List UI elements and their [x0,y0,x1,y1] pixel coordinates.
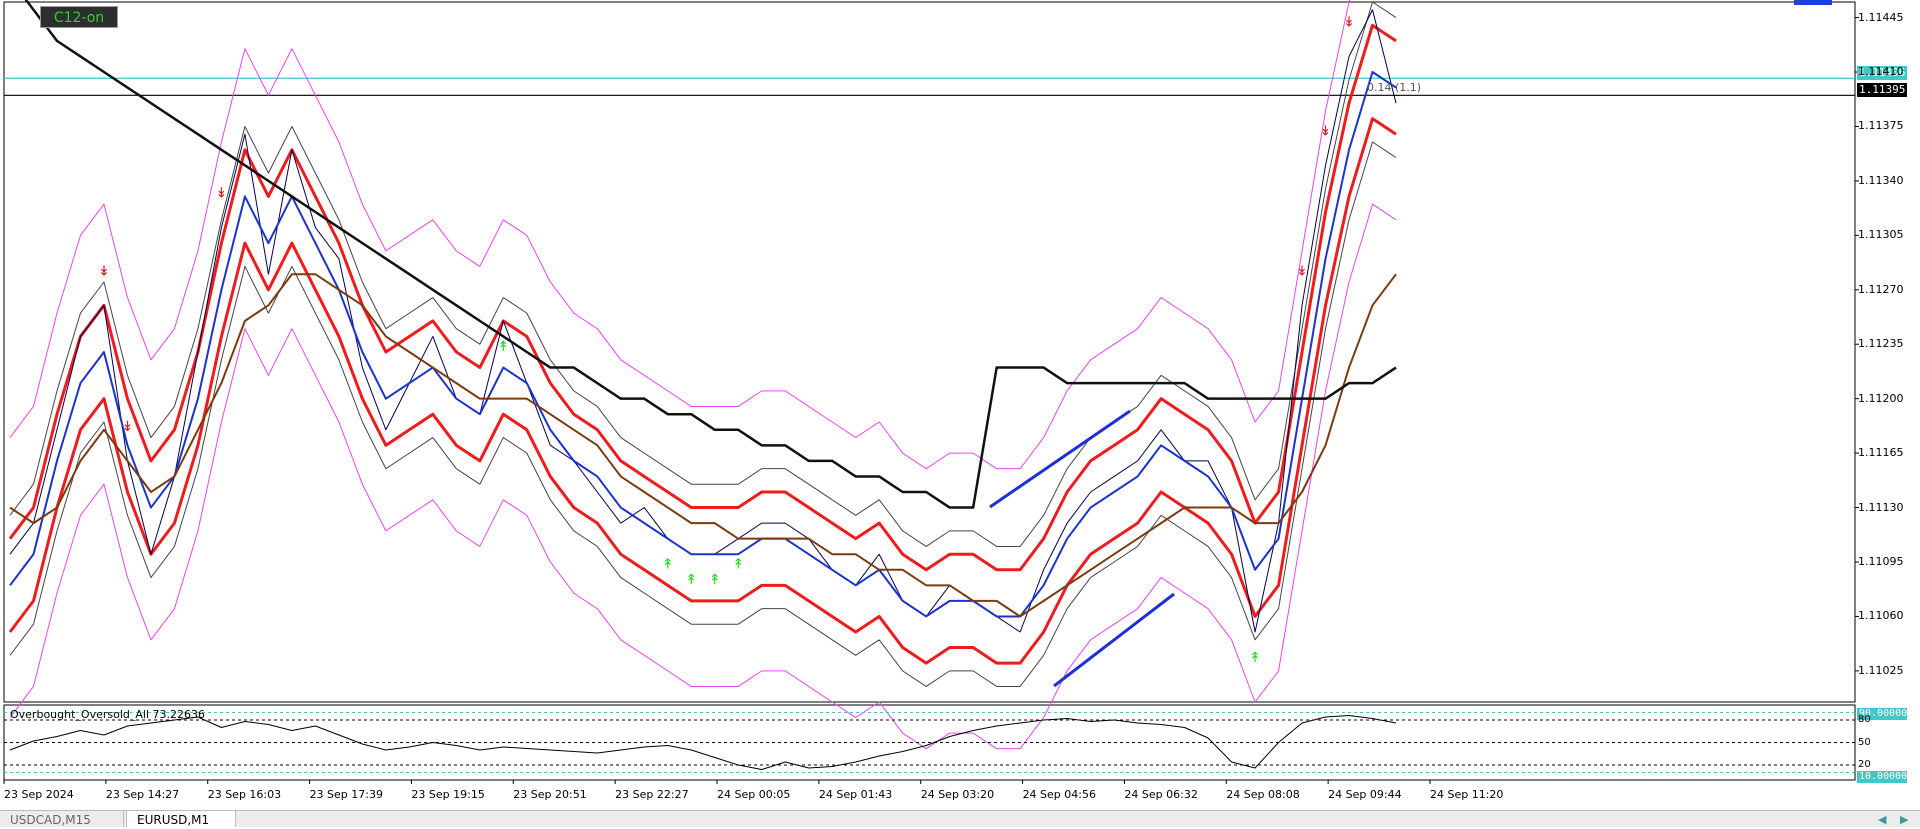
sell-arrow-icon: ↡ [122,419,134,435]
sell-arrow-icon: ↡ [216,186,228,202]
price-tick-label: 1.11095 [1858,555,1904,568]
tab-usdcad-m15[interactable]: USDCAD,M15 [0,811,124,827]
envelope-lower [9,203,1397,750]
time-tick-label: 24 Sep 09:44 [1328,788,1402,801]
price-tick-label: 1.11025 [1858,663,1904,677]
time-tick-label: 23 Sep 16:03 [207,788,282,801]
time-tick-label: 23 Sep 22:27 [615,788,689,801]
trend-line-upper [989,409,1131,509]
time-tick-label: 23 Sep 17:39 [309,788,383,801]
price-tick-label: 1.11130 [1858,500,1904,514]
time-tick-label: 24 Sep 06:32 [1124,788,1198,801]
oscillator-tick-label: 80 [1858,714,1871,725]
bollinger-upper [9,1,1397,547]
main-pane-frame [3,1,1856,703]
price-tick-label: 1.11340 [1858,173,1904,187]
indicator-toggle-button[interactable]: C12-on [40,6,118,28]
time-tick-label: 24 Sep 08:08 [1226,788,1300,801]
chart-tab-bar: USDCAD,M15 EURUSD,M1 ◀ ▶ [0,810,1920,827]
time-tick-label: 24 Sep 04:56 [1022,788,1096,801]
sell-arrow-icon: ↡ [1343,14,1355,30]
time-tick-label: 24 Sep 01:43 [818,788,893,801]
time-tick-label: 23 Sep 20:51 [513,788,587,801]
buy-arrow-icon: ↟ [497,339,509,355]
buy-arrow-icon: ↟ [709,572,721,588]
price-tick-label: 1.11060 [1858,609,1904,623]
price-tick-label: 1.11305 [1858,228,1904,242]
oscillator-low-tag: 10.00000 [1857,771,1908,783]
time-tick-label: 24 Sep 00:05 [717,788,791,801]
tab-eurusd-m1[interactable]: EURUSD,M1 [126,811,236,827]
last-price-tag: 1.11395 [1857,83,1907,97]
trend-line-lower [1053,592,1175,688]
bollinger-lower [9,141,1397,687]
oscillator-tick-label: 20 [1858,759,1871,770]
buy-arrow-icon: ↟ [662,557,674,573]
spread-label: 0.14 (1.1) [1367,81,1422,94]
keltner-upper [8,23,1397,572]
price-chart[interactable]: ↡↡↡↡↡↡↡↟↟↟↟↟↟ [0,0,1920,826]
price-tick-label: 1.11410 [1858,65,1904,78]
time-tick-label: 23 Sep 2024 [4,788,74,801]
time-tick-label: 23 Sep 19:15 [411,788,485,801]
price-tick-label: 1.11200 [1858,391,1904,405]
time-tick-label: 24 Sep 11:20 [1430,788,1504,801]
oscillator-tick-label: 50 [1858,736,1871,748]
price-tick-label: 1.11165 [1858,446,1904,460]
series-price [9,9,1397,633]
price-tick-label: 1.11375 [1858,119,1904,133]
scroll-right-icon[interactable]: ▶ [1900,811,1908,829]
price-tick-label: 1.11445 [1858,10,1904,24]
series-ma-brown [9,273,1397,618]
time-tick-label: 23 Sep 14:27 [105,788,180,801]
buy-arrow-icon: ↟ [1249,650,1261,666]
price-tick-label: 1.11235 [1858,337,1904,351]
sell-arrow-icon: ↡ [1296,263,1308,279]
scroll-left-icon[interactable]: ◀ [1878,811,1886,829]
sell-arrow-icon: ↡ [98,263,110,279]
time-tick-label: 24 Sep 03:20 [920,788,995,801]
trade-level-marker [1794,0,1832,5]
price-tick-label: 1.11270 [1858,282,1904,296]
buy-arrow-icon: ↟ [732,557,744,573]
oscillator-title: Overbought_Oversold_All 73.22636 [10,708,205,721]
buy-arrow-icon: ↟ [685,572,697,588]
sell-arrow-icon: ↡ [1320,123,1332,139]
series-ma-blue [9,71,1397,618]
